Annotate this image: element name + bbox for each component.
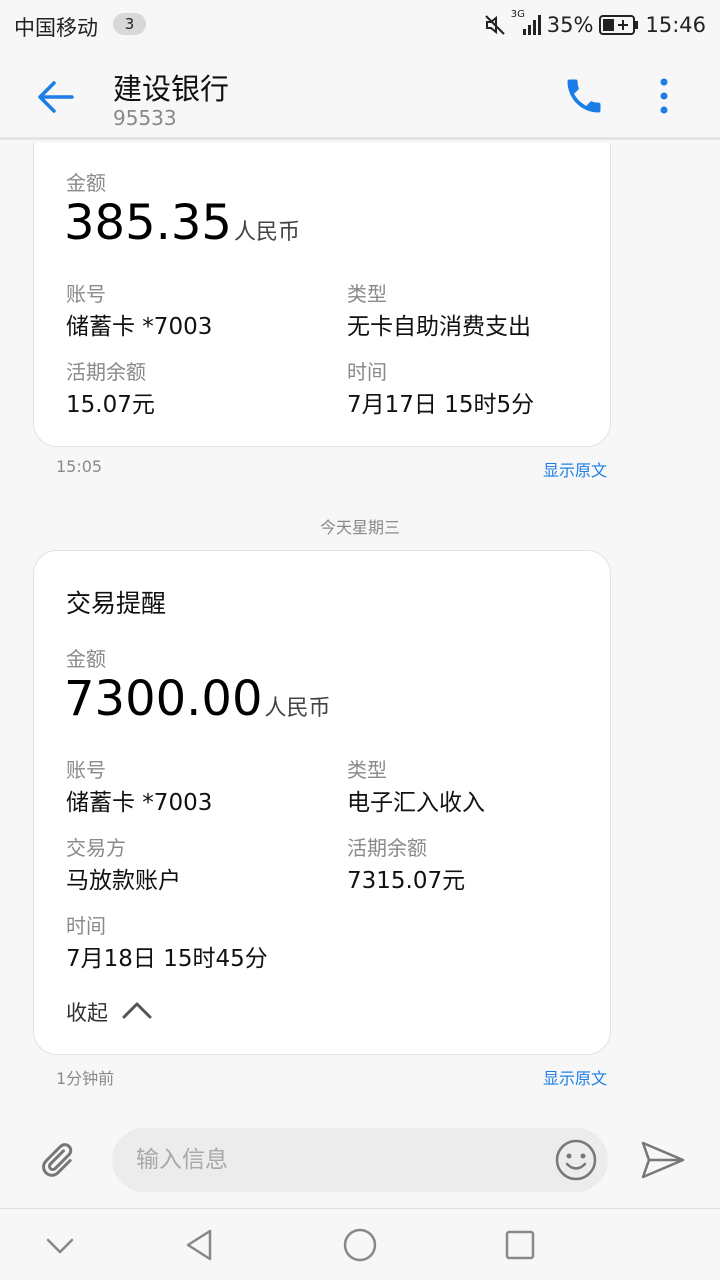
hide-keyboard-chevron-icon[interactable] — [42, 1227, 78, 1263]
account-label: 账号 — [66, 758, 106, 782]
network-type: 3G — [510, 9, 525, 20]
message-sent-time: 15:05 — [56, 457, 103, 476]
currency-label: 人民币 — [264, 696, 331, 721]
message-card[interactable]: 交易提醒 金额 7300.00人民币 账号 储蓄卡 *7003 类型 电子汇入收… — [33, 550, 611, 1055]
attachment-icon[interactable] — [36, 1140, 76, 1180]
card-title: 交易提醒 — [66, 589, 167, 618]
more-options-icon[interactable] — [652, 74, 676, 118]
balance-label: 活期余额 — [66, 360, 146, 384]
signal-icon: 3G — [511, 9, 541, 37]
amount-number: 385.35 — [64, 195, 232, 251]
show-original-link[interactable]: 显示原文 — [543, 1065, 607, 1089]
amount-label: 金额 — [66, 171, 106, 195]
status-icons: 3G 35% 15:46 — [483, 9, 706, 40]
time-value: 7月17日 15时5分 — [347, 392, 535, 418]
message-input[interactable] — [136, 1142, 536, 1178]
message-sent-time: 1分钟前 — [56, 1069, 115, 1088]
account-label: 账号 — [66, 282, 106, 306]
counterparty-label: 交易方 — [66, 836, 126, 860]
conversation-header: 建设银行 95533 — [0, 50, 720, 140]
home-circle-icon[interactable] — [342, 1227, 378, 1263]
balance-value: 7315.07元 — [347, 868, 466, 894]
time-label: 时间 — [347, 360, 387, 384]
counterparty-value: 马放款账户 — [66, 868, 181, 894]
system-navigation-bar — [0, 1208, 720, 1280]
time-value: 7月18日 15时45分 — [66, 946, 268, 972]
currency-label: 人民币 — [233, 220, 300, 245]
type-value: 电子汇入收入 — [347, 790, 485, 816]
contact-name: 建设银行 — [113, 72, 230, 106]
contact-number: 95533 — [113, 106, 177, 130]
back-triangle-icon[interactable] — [182, 1227, 218, 1263]
day-separator: 今天星期三 — [319, 518, 400, 537]
mute-icon — [483, 13, 507, 37]
battery-percent: 35% — [546, 13, 594, 37]
emoji-icon[interactable] — [554, 1138, 598, 1182]
type-label: 类型 — [347, 758, 387, 782]
time-label: 时间 — [66, 914, 106, 938]
amount-value: 385.35人民币 — [64, 195, 300, 251]
send-icon[interactable] — [640, 1140, 686, 1180]
amount-label: 金额 — [66, 647, 106, 671]
message-card[interactable]: 金额 385.35人民币 账号 储蓄卡 *7003 类型 无卡自助消费支出 活期… — [33, 143, 611, 447]
carrier-name: 中国移动 — [14, 16, 98, 40]
message-input-container — [112, 1128, 608, 1192]
type-label: 类型 — [347, 282, 387, 306]
account-value: 储蓄卡 *7003 — [66, 790, 213, 816]
amount-number: 7300.00 — [64, 671, 263, 727]
status-bar: 中国移动 3 3G 35% 15:46 — [0, 0, 720, 50]
show-original-link[interactable]: 显示原文 — [543, 457, 607, 481]
account-value: 储蓄卡 *7003 — [66, 314, 213, 340]
notification-count-badge: 3 — [113, 13, 146, 35]
type-value: 无卡自助消费支出 — [347, 314, 531, 340]
collapse-button[interactable]: 收起 — [66, 997, 152, 1027]
amount-value: 7300.00人民币 — [64, 671, 331, 727]
balance-value: 15.07元 — [66, 392, 155, 418]
back-arrow-icon[interactable] — [34, 76, 76, 118]
battery-icon — [599, 14, 639, 36]
balance-label: 活期余额 — [347, 836, 427, 860]
chevron-up-icon — [122, 1000, 152, 1024]
recents-square-icon[interactable] — [502, 1227, 538, 1263]
clock: 15:46 — [645, 13, 706, 37]
collapse-label: 收起 — [66, 1001, 108, 1025]
phone-call-icon[interactable] — [562, 74, 606, 118]
